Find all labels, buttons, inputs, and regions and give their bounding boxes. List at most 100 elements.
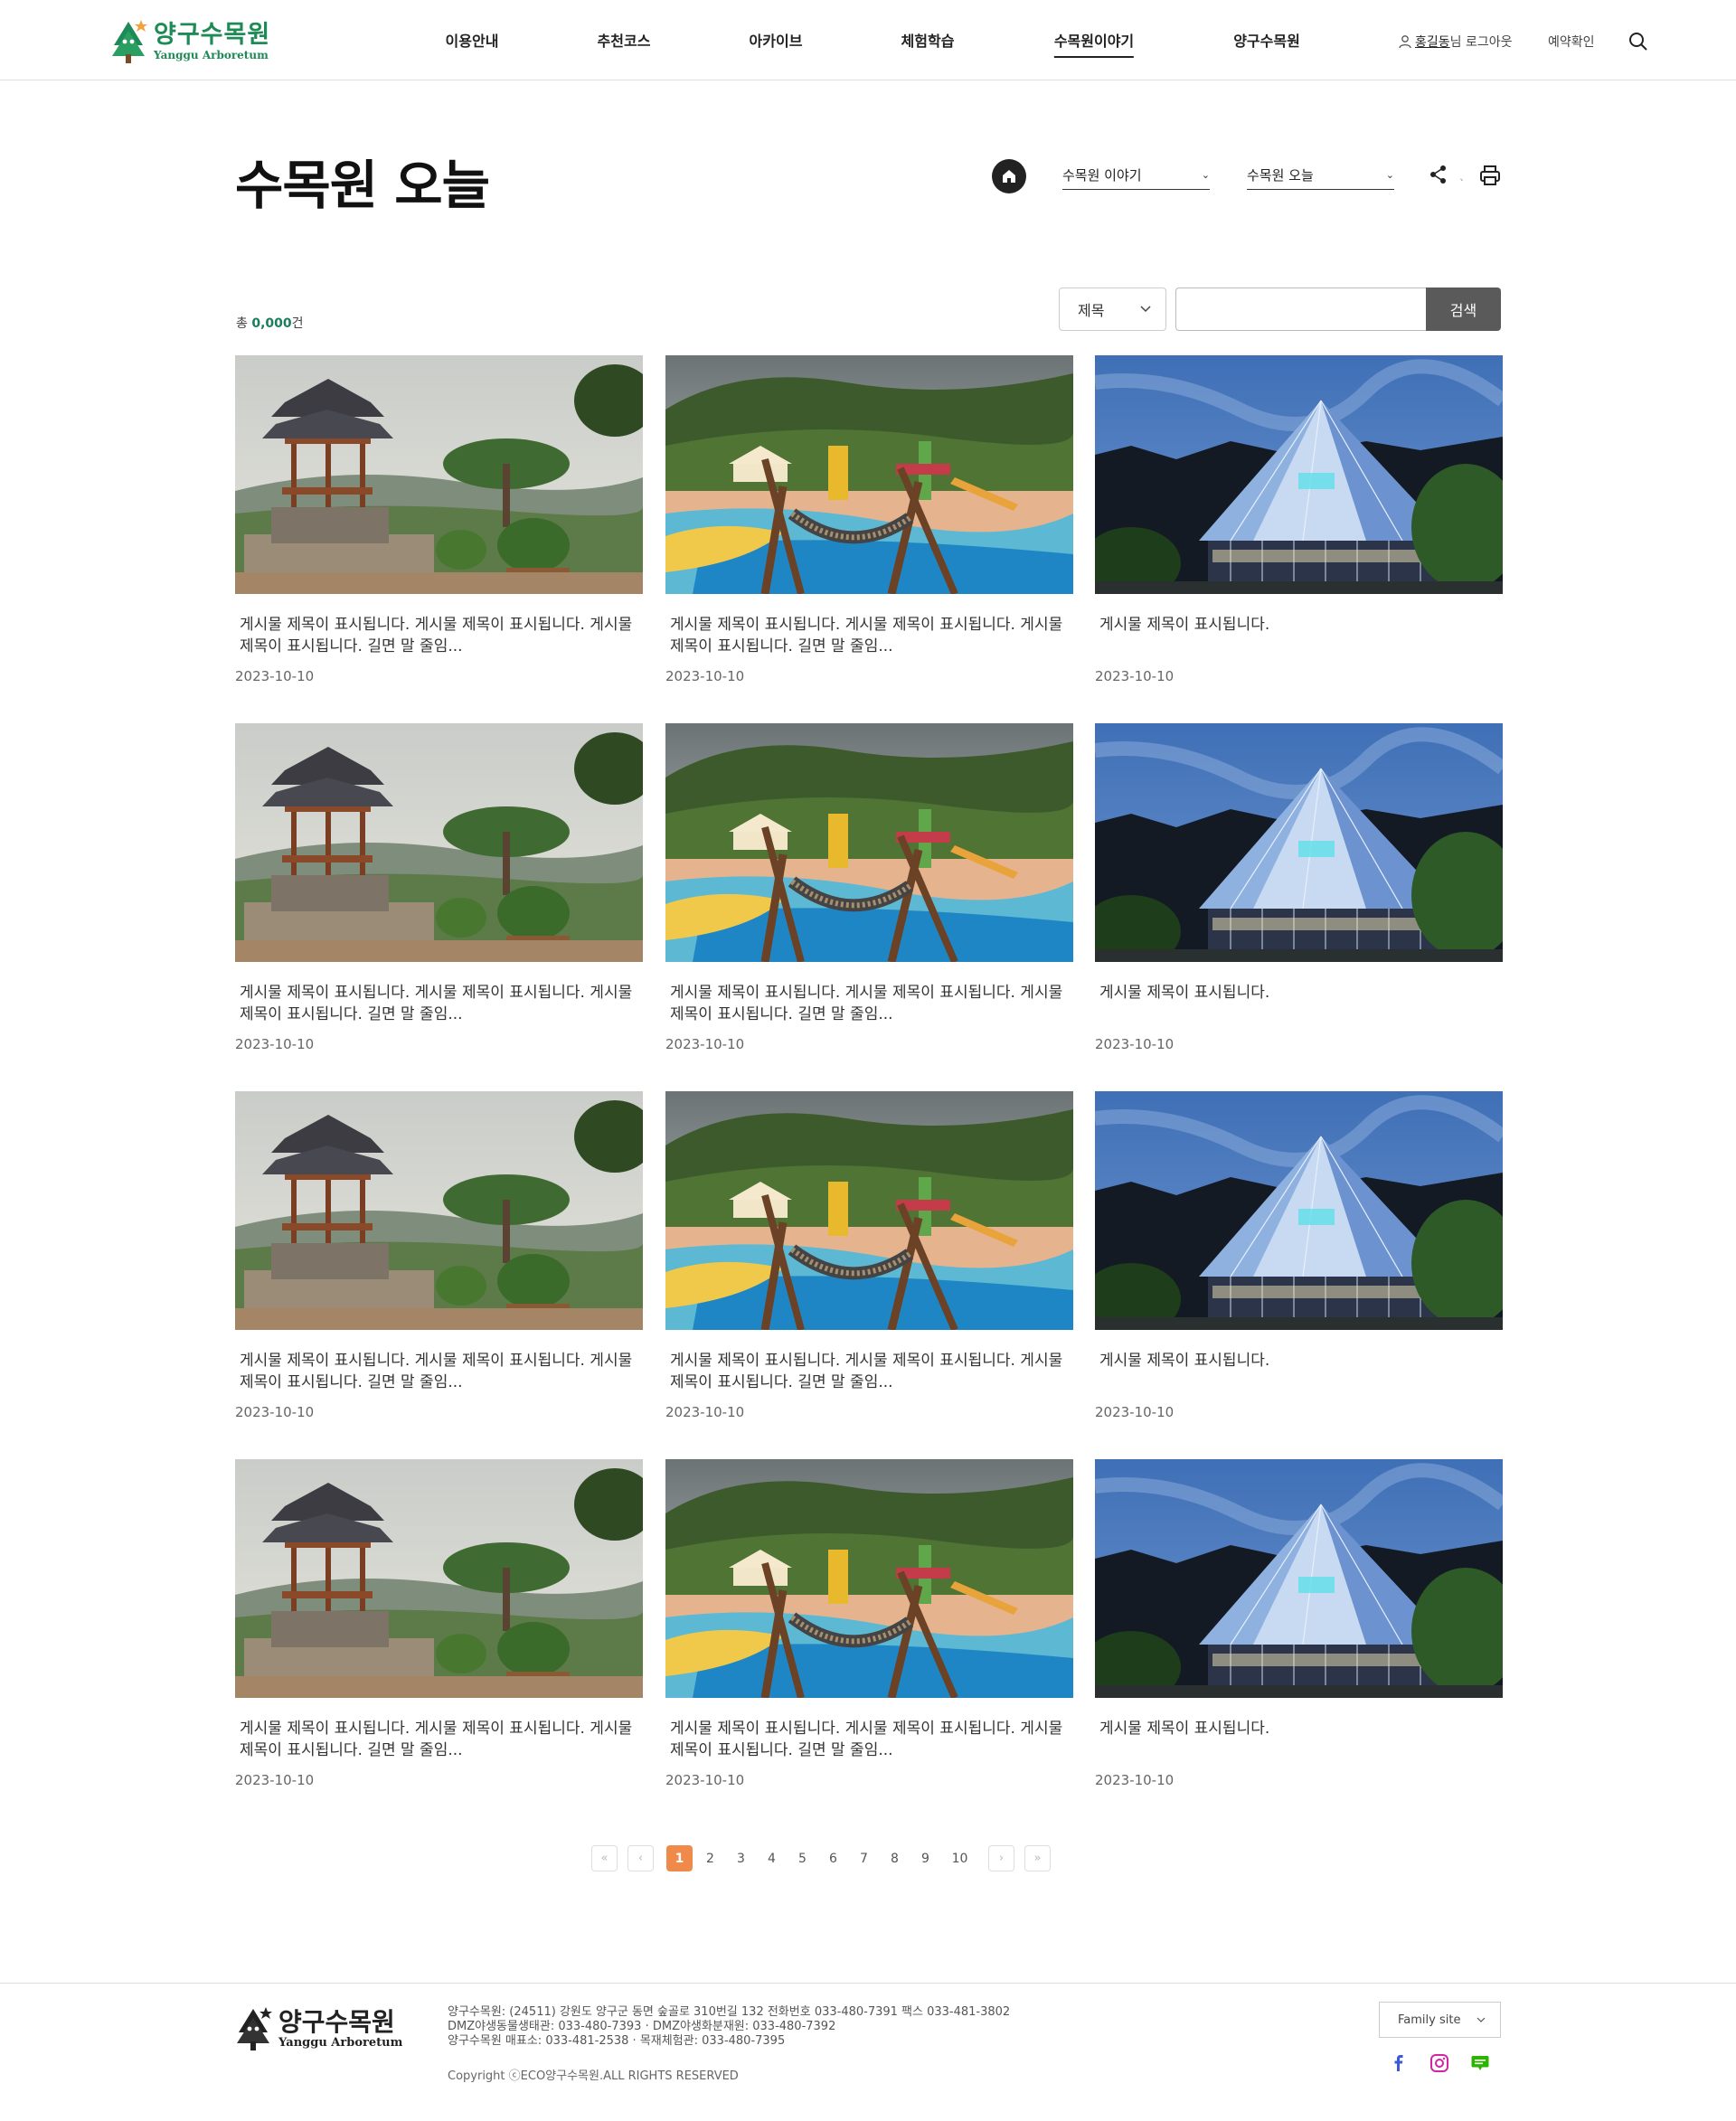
- post-card[interactable]: 게시물 제목이 표시됩니다. 2023-10-10: [1095, 1091, 1503, 1435]
- nav-item-learning[interactable]: 체험학습: [901, 29, 955, 51]
- post-card[interactable]: 게시물 제목이 표시됩니다. 게시물 제목이 표시됩니다. 게시물 제목이 표시…: [665, 723, 1073, 1067]
- nav-item-story[interactable]: 수목원이야기: [1053, 29, 1135, 58]
- instagram-link[interactable]: [1429, 2053, 1449, 2073]
- page-number-7[interactable]: 7: [851, 1845, 877, 1871]
- chevron-left-icon: ‹: [637, 1852, 644, 1865]
- post-title[interactable]: 게시물 제목이 표시됩니다.: [1099, 614, 1497, 636]
- post-thumbnail[interactable]: [665, 723, 1073, 962]
- nav-item-arboretum[interactable]: 양구수목원: [1233, 29, 1300, 51]
- blog-icon: [1471, 2056, 1489, 2070]
- post-image: [235, 355, 643, 594]
- post-title[interactable]: 게시물 제목이 표시됩니다. 게시물 제목이 표시됩니다. 게시물 제목이 표시…: [240, 1350, 637, 1393]
- nav-item-archive[interactable]: 아카이브: [750, 29, 803, 51]
- first-page-button[interactable]: «: [591, 1845, 618, 1871]
- user-menu: 홍길동 님 로그아웃: [1398, 33, 1513, 51]
- post-card[interactable]: 게시물 제목이 표시됩니다. 게시물 제목이 표시됩니다. 게시물 제목이 표시…: [235, 1091, 643, 1435]
- share-icon[interactable]: [1428, 164, 1449, 185]
- post-title[interactable]: 게시물 제목이 표시됩니다.: [1099, 1718, 1497, 1739]
- post-title[interactable]: 게시물 제목이 표시됩니다. 게시물 제목이 표시됩니다. 게시물 제목이 표시…: [240, 614, 637, 657]
- post-image: [665, 723, 1073, 962]
- nav-item-guide[interactable]: 이용안내: [446, 29, 499, 51]
- post-card[interactable]: 게시물 제목이 표시됩니다. 게시물 제목이 표시됩니다. 게시물 제목이 표시…: [665, 1459, 1073, 1803]
- page-number-3[interactable]: 3: [728, 1845, 754, 1871]
- nav-item-course[interactable]: 추천코스: [598, 29, 651, 51]
- post-thumbnail[interactable]: [1095, 723, 1503, 962]
- post-date: 2023-10-10: [665, 1036, 745, 1052]
- page-number-1[interactable]: 1: [666, 1845, 693, 1871]
- post-thumbnail[interactable]: [1095, 1459, 1503, 1698]
- post-title[interactable]: 게시물 제목이 표시됩니다. 게시물 제목이 표시됩니다. 게시물 제목이 표시…: [670, 1718, 1068, 1761]
- search-field-label: 제목: [1078, 302, 1105, 319]
- post-card[interactable]: 게시물 제목이 표시됩니다. 게시물 제목이 표시됩니다. 게시물 제목이 표시…: [235, 1459, 643, 1803]
- page-number-10[interactable]: 10: [947, 1845, 973, 1871]
- home-icon: [1003, 170, 1015, 183]
- breadcrumb-home[interactable]: [992, 159, 1026, 193]
- search-field-select[interactable]: 제목: [1059, 288, 1166, 331]
- search-input[interactable]: [1175, 288, 1427, 331]
- reservation-link[interactable]: 예약확인: [1548, 33, 1595, 51]
- footer-logo-title: 양구수목원: [278, 2006, 395, 2037]
- logo-subtitle: Yanggu Arboretum: [154, 49, 269, 61]
- page-number-9[interactable]: 9: [912, 1845, 939, 1871]
- post-thumbnail[interactable]: [665, 1459, 1073, 1698]
- total-number: 0,000: [251, 316, 292, 331]
- post-thumbnail[interactable]: [235, 1459, 643, 1698]
- logout-link[interactable]: 님 로그아웃: [1450, 33, 1513, 51]
- post-thumbnail[interactable]: [235, 355, 643, 594]
- blog-link[interactable]: [1470, 2053, 1490, 2073]
- post-thumbnail[interactable]: [235, 723, 643, 962]
- post-image: [235, 1459, 643, 1698]
- total-prefix: 총: [236, 316, 252, 331]
- toolbar-divider: ˎ: [1459, 168, 1465, 181]
- post-image: [1095, 1459, 1503, 1698]
- instagram-icon: [1430, 2054, 1448, 2072]
- post-thumbnail[interactable]: [1095, 1091, 1503, 1330]
- post-thumbnail[interactable]: [665, 1091, 1073, 1330]
- facebook-icon: [1394, 2055, 1403, 2071]
- post-image: [1095, 355, 1503, 594]
- post-card[interactable]: 게시물 제목이 표시됩니다. 2023-10-10: [1095, 355, 1503, 699]
- last-page-button[interactable]: »: [1024, 1845, 1051, 1871]
- page-number-4[interactable]: 4: [759, 1845, 785, 1871]
- facebook-link[interactable]: [1389, 2053, 1409, 2073]
- post-date: 2023-10-10: [235, 1036, 315, 1052]
- post-image: [1095, 1091, 1503, 1330]
- post-date: 2023-10-10: [665, 1404, 745, 1420]
- post-card[interactable]: 게시물 제목이 표시됩니다. 게시물 제목이 표시됩니다. 게시물 제목이 표시…: [665, 355, 1073, 699]
- family-site-label: Family site: [1398, 2013, 1461, 2027]
- breadcrumb-select-level2[interactable]: 수목원 오늘 ⌄: [1247, 161, 1394, 190]
- next-page-button[interactable]: ›: [988, 1845, 1014, 1871]
- print-icon[interactable]: [1477, 163, 1503, 188]
- post-title[interactable]: 게시물 제목이 표시됩니다. 게시물 제목이 표시됩니다. 게시물 제목이 표시…: [240, 1718, 637, 1761]
- post-card[interactable]: 게시물 제목이 표시됩니다. 2023-10-10: [1095, 723, 1503, 1067]
- page-number-8[interactable]: 8: [882, 1845, 908, 1871]
- post-title[interactable]: 게시물 제목이 표시됩니다. 게시물 제목이 표시됩니다. 게시물 제목이 표시…: [670, 982, 1068, 1025]
- post-title[interactable]: 게시물 제목이 표시됩니다. 게시물 제목이 표시됩니다. 게시물 제목이 표시…: [670, 614, 1068, 657]
- prev-page-button[interactable]: ‹: [627, 1845, 654, 1871]
- chevron-down-icon: [1140, 306, 1151, 313]
- total-count: 총 0,000건: [236, 314, 304, 332]
- post-title[interactable]: 게시물 제목이 표시됩니다.: [1099, 1350, 1497, 1372]
- post-title[interactable]: 게시물 제목이 표시됩니다. 게시물 제목이 표시됩니다. 게시물 제목이 표시…: [240, 982, 637, 1025]
- post-title[interactable]: 게시물 제목이 표시됩니다.: [1099, 982, 1497, 1004]
- page-number-5[interactable]: 5: [789, 1845, 816, 1871]
- post-title[interactable]: 게시물 제목이 표시됩니다. 게시물 제목이 표시됩니다. 게시물 제목이 표시…: [670, 1350, 1068, 1393]
- post-card[interactable]: 게시물 제목이 표시됩니다. 게시물 제목이 표시됩니다. 게시물 제목이 표시…: [235, 723, 643, 1067]
- search-icon[interactable]: [1628, 31, 1649, 52]
- post-card[interactable]: 게시물 제목이 표시됩니다. 게시물 제목이 표시됩니다. 게시물 제목이 표시…: [235, 355, 643, 699]
- tree-logo-icon: [237, 2007, 272, 2050]
- family-site-select[interactable]: Family site: [1379, 2002, 1501, 2038]
- post-thumbnail[interactable]: [665, 355, 1073, 594]
- breadcrumb-select-level1[interactable]: 수목원 이야기 ⌄: [1062, 161, 1210, 190]
- post-image: [235, 1091, 643, 1330]
- page-number-6[interactable]: 6: [820, 1845, 846, 1871]
- footer-info-line: DMZ야생동물생태관: 033-480-7393 · DMZ야생화분재원: 03…: [448, 2020, 836, 2033]
- total-suffix: 건: [291, 316, 304, 331]
- breadcrumb-level1-label: 수목원 이야기: [1062, 167, 1142, 184]
- post-card[interactable]: 게시물 제목이 표시됩니다. 2023-10-10: [1095, 1459, 1503, 1803]
- page-number-2[interactable]: 2: [697, 1845, 723, 1871]
- post-card[interactable]: 게시물 제목이 표시됩니다. 게시물 제목이 표시됩니다. 게시물 제목이 표시…: [665, 1091, 1073, 1435]
- post-thumbnail[interactable]: [1095, 355, 1503, 594]
- search-button[interactable]: 검색: [1426, 288, 1501, 331]
- post-thumbnail[interactable]: [235, 1091, 643, 1330]
